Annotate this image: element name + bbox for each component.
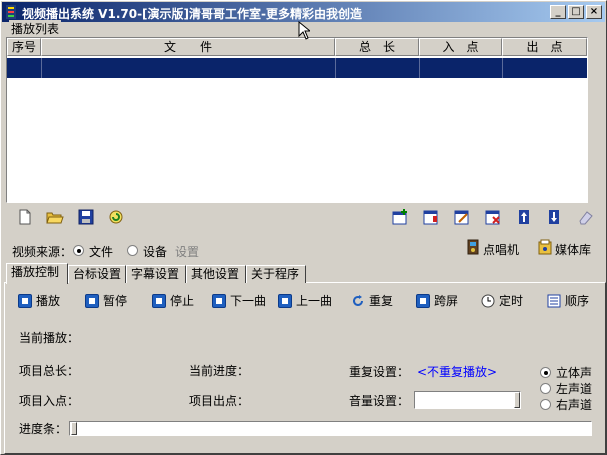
now-playing-label: 当前播放：: [19, 331, 80, 345]
close-icon: ×: [589, 6, 599, 17]
row-divider: [41, 58, 42, 78]
open-icon[interactable]: [46, 209, 64, 225]
play-button[interactable]: 播放: [18, 293, 60, 311]
repeat-setting-label: 重复设置：: [349, 365, 410, 379]
tab-about[interactable]: 关于程序: [246, 265, 306, 283]
pause-button[interactable]: 暂停: [85, 293, 127, 311]
timer-button[interactable]: 定时: [481, 293, 523, 311]
tab-other-settings[interactable]: 其他设置: [186, 265, 246, 283]
progress-slider[interactable]: [69, 421, 592, 436]
col-header-out[interactable]: 出 点: [502, 38, 587, 56]
volume-slider-thumb[interactable]: [514, 392, 520, 408]
repeat-icon: [353, 295, 363, 306]
next-icon: [212, 294, 226, 308]
stereo-label[interactable]: 立体声: [556, 364, 592, 381]
source-settings-link[interactable]: 设置: [175, 243, 199, 260]
cross-screen-label: 跨屏: [434, 294, 459, 308]
col-header-in[interactable]: 入 点: [419, 38, 502, 56]
maximize-icon: □: [571, 6, 581, 17]
col-header-index[interactable]: 序号: [7, 38, 41, 56]
play-icon: [18, 294, 32, 308]
tab-playback-control[interactable]: 播放控制: [6, 263, 68, 284]
progress-bar-label: 进度条：: [19, 422, 68, 436]
move-down-icon[interactable]: [545, 209, 563, 225]
stop-button[interactable]: 停止: [152, 293, 194, 311]
out-point-label: 项目出点：: [189, 394, 250, 408]
stop-icon: [152, 294, 166, 308]
refresh-icon[interactable]: [107, 209, 125, 225]
window-title: 视频播出系统 V1.70-[演示版]清哥哥工作室-更多精彩由我创造: [22, 7, 363, 21]
prev-label: 上一曲: [296, 294, 333, 308]
tab-subtitle-settings[interactable]: 字幕设置: [126, 265, 186, 283]
insert-icon[interactable]: [422, 209, 440, 225]
playlist-table[interactable]: 序号 文 件 总 长 入 点 出 点: [6, 37, 588, 203]
mouse-cursor-icon: [298, 21, 310, 40]
volume-setting-label: 音量设置：: [349, 394, 410, 408]
row-divider: [502, 58, 503, 78]
prev-icon: [278, 294, 292, 308]
right-channel-label[interactable]: 右声道: [556, 396, 592, 413]
repeat-setting-value[interactable]: <不重复播放>: [417, 363, 497, 380]
total-length-label: 项目总长：: [19, 364, 80, 378]
maximize-button[interactable]: □: [568, 5, 584, 19]
source-label: 视频来源：: [12, 245, 73, 259]
tab-logo-settings[interactable]: 台标设置: [68, 265, 126, 283]
left-channel-radio[interactable]: [540, 383, 551, 394]
cross-screen-button[interactable]: 跨屏: [416, 293, 458, 311]
add-icon[interactable]: [391, 209, 409, 225]
table-row[interactable]: [7, 58, 587, 78]
source-device-label[interactable]: 设备: [143, 243, 167, 260]
playlist-header: 序号 文 件 总 长 入 点 出 点: [7, 38, 587, 57]
progress-slider-thumb[interactable]: [71, 422, 77, 435]
prev-button[interactable]: 上一曲: [278, 293, 332, 311]
sequence-label: 顺序: [565, 294, 590, 308]
karaoke-icon: [467, 239, 479, 255]
stop-label: 停止: [170, 294, 195, 308]
in-point-label: 项目入点：: [19, 394, 80, 408]
list-icon: [547, 294, 561, 308]
source-device-radio[interactable]: [127, 245, 138, 256]
source-file-radio[interactable]: [73, 245, 84, 256]
row-divider: [335, 58, 336, 78]
minimize-button[interactable]: _: [550, 5, 566, 19]
col-header-file[interactable]: 文 件: [41, 38, 335, 56]
current-progress-label: 当前进度：: [189, 364, 250, 378]
media-library-button[interactable]: 媒体库: [555, 241, 591, 258]
pause-icon: [85, 294, 99, 308]
save-icon[interactable]: [77, 209, 95, 225]
edit-icon[interactable]: [453, 209, 471, 225]
stereo-radio[interactable]: [540, 367, 551, 378]
media-library-icon: [538, 239, 552, 255]
sequence-button[interactable]: 顺序: [547, 293, 589, 311]
volume-slider[interactable]: [414, 391, 521, 409]
move-up-icon[interactable]: [515, 209, 533, 225]
next-label: 下一曲: [230, 294, 267, 308]
left-channel-label[interactable]: 左声道: [556, 380, 592, 397]
delete-icon[interactable]: [484, 209, 502, 225]
app-window: 视频播出系统 V1.70-[演示版]清哥哥工作室-更多精彩由我创造 _ □ × …: [0, 0, 607, 455]
close-button[interactable]: ×: [586, 5, 602, 19]
next-button[interactable]: 下一曲: [212, 293, 266, 311]
karaoke-button[interactable]: 点唱机: [483, 241, 519, 258]
playlist-group-label: 播放列表: [9, 20, 62, 37]
timer-label: 定时: [499, 294, 524, 308]
new-icon[interactable]: [16, 209, 34, 225]
title-bar[interactable]: 视频播出系统 V1.70-[演示版]清哥哥工作室-更多精彩由我创造 _ □ ×: [2, 2, 605, 22]
play-label: 播放: [36, 294, 61, 308]
clear-icon[interactable]: [577, 209, 595, 225]
app-icon: [6, 5, 16, 19]
row-divider: [419, 58, 420, 78]
col-header-length[interactable]: 总 长: [335, 38, 419, 56]
clock-icon: [481, 294, 495, 308]
right-channel-radio[interactable]: [540, 399, 551, 410]
repeat-button[interactable]: 重复: [351, 293, 393, 311]
source-file-label[interactable]: 文件: [89, 243, 113, 260]
repeat-label: 重复: [369, 294, 394, 308]
pause-label: 暂停: [103, 294, 128, 308]
cross-screen-icon: [416, 294, 430, 308]
minimize-icon: _: [555, 6, 561, 17]
